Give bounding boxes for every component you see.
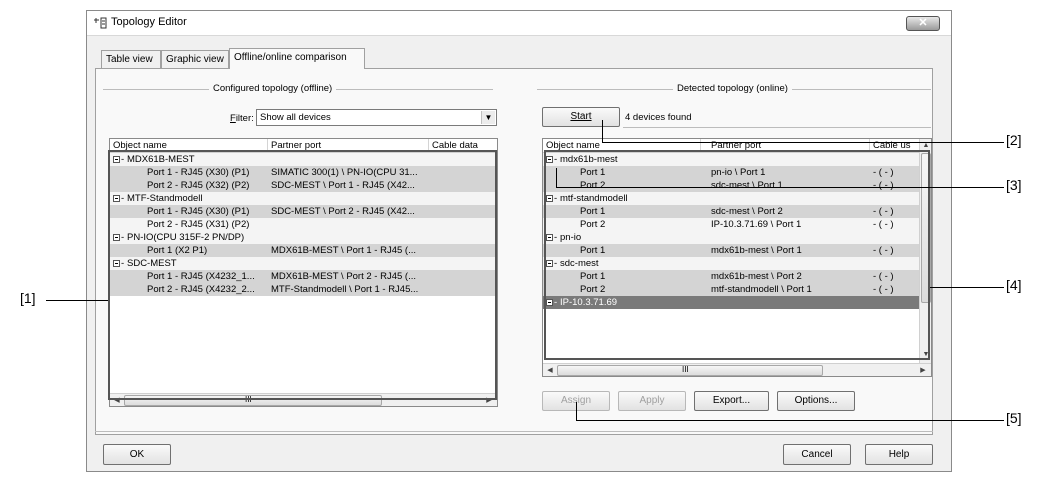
footer-separator xyxy=(95,431,933,432)
ok-button[interactable]: OK xyxy=(103,444,171,465)
start-button-label: Start xyxy=(570,111,592,122)
callout-4-line xyxy=(930,287,1004,288)
offline-group-label: Configured topology (offline) xyxy=(209,83,337,94)
cancel-button-label: Cancel xyxy=(801,449,833,460)
help-button[interactable]: Help xyxy=(865,444,933,465)
callout-5: [5] xyxy=(1006,410,1022,426)
chevron-down-icon[interactable]: ▼ xyxy=(481,111,495,124)
scroll-thumb[interactable]: III xyxy=(557,365,823,376)
tab-label: Graphic view xyxy=(166,54,224,65)
tab-graphic-view[interactable]: Graphic view xyxy=(161,50,229,68)
online-horizontal-scrollbar[interactable]: ◀ III ▶ xyxy=(543,363,931,376)
status-line xyxy=(623,127,931,128)
tab-label: Table view xyxy=(106,54,153,65)
callout-3: [3] xyxy=(1006,177,1022,193)
callout-1: [1] xyxy=(20,290,36,306)
export-button-label: Export... xyxy=(712,395,751,406)
tab-offline-online-comparison[interactable]: Offline/online comparison xyxy=(229,48,365,69)
close-button[interactable]: ✕ xyxy=(906,16,940,31)
callout-2: [2] xyxy=(1006,132,1022,148)
title-bar[interactable]: Topology Editor ✕ xyxy=(87,11,951,36)
window-title: Topology Editor xyxy=(111,16,187,28)
close-icon: ✕ xyxy=(918,17,928,29)
scroll-left-icon[interactable]: ◀ xyxy=(545,365,555,376)
callout-box-1 xyxy=(108,150,497,400)
callout-3-pointer xyxy=(556,168,557,187)
help-button-label: Help xyxy=(888,449,910,460)
filter-label: Filter: xyxy=(230,113,254,124)
filter-dropdown[interactable]: Show all devices ▼ xyxy=(256,109,497,126)
export-button[interactable]: Export... xyxy=(694,391,769,411)
tab-table-view[interactable]: Table view xyxy=(101,50,161,68)
scroll-right-icon[interactable]: ▶ xyxy=(918,365,928,376)
ok-button-label: OK xyxy=(129,449,145,460)
callout-4: [4] xyxy=(1006,277,1022,293)
topology-icon xyxy=(94,17,107,29)
callout-2-line xyxy=(602,142,1004,143)
options-button-label: Options... xyxy=(794,395,838,406)
callout-2-pointer xyxy=(602,120,603,142)
apply-button[interactable]: Apply xyxy=(618,391,686,411)
filter-value: Show all devices xyxy=(260,112,331,123)
callout-5-line xyxy=(576,420,1004,421)
cancel-button[interactable]: Cancel xyxy=(783,444,851,465)
devices-found-status: 4 devices found xyxy=(625,112,692,123)
callout-5-pointer xyxy=(576,402,577,420)
scroll-grip: III xyxy=(682,365,689,374)
start-button[interactable]: Start xyxy=(542,107,620,127)
callout-box-4 xyxy=(544,150,930,360)
options-button[interactable]: Options... xyxy=(777,391,855,411)
callout-3-line xyxy=(556,187,1004,188)
apply-button-label: Apply xyxy=(639,395,665,406)
callout-1-line xyxy=(46,300,108,301)
tab-label: Offline/online comparison xyxy=(234,52,347,63)
online-group-label: Detected topology (online) xyxy=(673,83,792,94)
